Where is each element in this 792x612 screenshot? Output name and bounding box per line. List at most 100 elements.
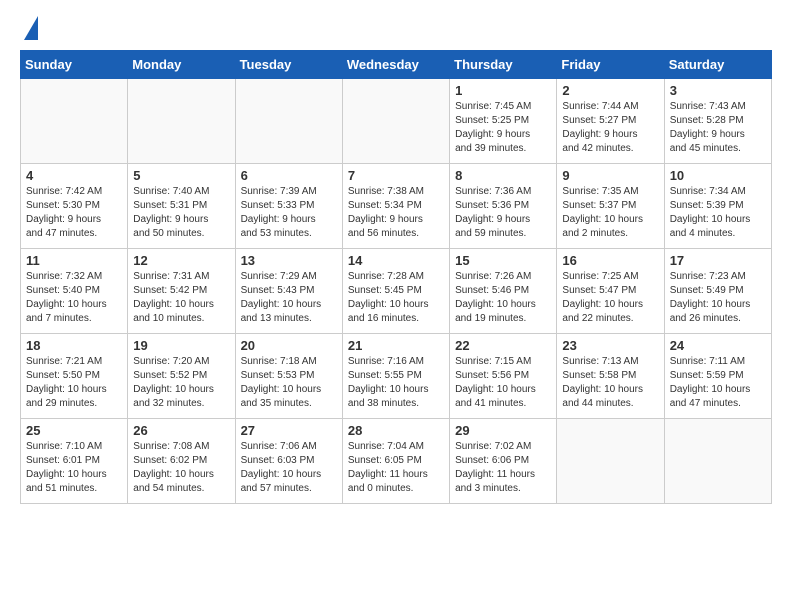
day-number: 8 bbox=[455, 168, 551, 183]
day-number: 20 bbox=[241, 338, 337, 353]
day-info: Sunrise: 7:10 AM Sunset: 6:01 PM Dayligh… bbox=[26, 440, 122, 496]
day-number: 5 bbox=[133, 168, 229, 183]
weekday-header-tuesday: Tuesday bbox=[235, 51, 342, 79]
day-info: Sunrise: 7:08 AM Sunset: 6:02 PM Dayligh… bbox=[133, 440, 229, 496]
day-info: Sunrise: 7:18 AM Sunset: 5:53 PM Dayligh… bbox=[241, 355, 337, 411]
day-info: Sunrise: 7:40 AM Sunset: 5:31 PM Dayligh… bbox=[133, 185, 229, 241]
day-info: Sunrise: 7:45 AM Sunset: 5:25 PM Dayligh… bbox=[455, 100, 551, 156]
day-info: Sunrise: 7:21 AM Sunset: 5:50 PM Dayligh… bbox=[26, 355, 122, 411]
day-number: 26 bbox=[133, 423, 229, 438]
calendar-cell: 2Sunrise: 7:44 AM Sunset: 5:27 PM Daylig… bbox=[557, 79, 664, 164]
calendar-cell: 17 Sunrise: 7:23 AM Sunset: 5:49 PM Dayli… bbox=[664, 249, 771, 334]
day-number: 24 bbox=[670, 338, 766, 353]
calendar-cell: 22 Sunrise: 7:15 AM Sunset: 5:56 PM Dayli… bbox=[450, 334, 557, 419]
day-info: Sunrise: 7:26 AM Sunset: 5:46 PM Dayligh… bbox=[455, 270, 551, 326]
day-number: 18 bbox=[26, 338, 122, 353]
weekday-header-saturday: Saturday bbox=[664, 51, 771, 79]
weekday-header-monday: Monday bbox=[128, 51, 235, 79]
day-info: Sunrise: 7:38 AM Sunset: 5:34 PM Dayligh… bbox=[348, 185, 444, 241]
logo-triangle-icon bbox=[24, 16, 38, 40]
calendar-week-row: 18 Sunrise: 7:21 AM Sunset: 5:50 PM Dayli… bbox=[21, 334, 772, 419]
calendar-cell: 21 Sunrise: 7:16 AM Sunset: 5:55 PM Dayli… bbox=[342, 334, 449, 419]
day-info: Sunrise: 7:43 AM Sunset: 5:28 PM Dayligh… bbox=[670, 100, 766, 156]
weekday-header-wednesday: Wednesday bbox=[342, 51, 449, 79]
day-number: 1 bbox=[455, 83, 551, 98]
day-number: 13 bbox=[241, 253, 337, 268]
calendar-cell: 3 Sunrise: 7:43 AM Sunset: 5:28 PM Daylig… bbox=[664, 79, 771, 164]
calendar-cell: 26 Sunrise: 7:08 AM Sunset: 6:02 PM Dayli… bbox=[128, 419, 235, 504]
day-info: Sunrise: 7:39 AM Sunset: 5:33 PM Dayligh… bbox=[241, 185, 337, 241]
calendar-cell bbox=[664, 419, 771, 504]
calendar-cell: 27 Sunrise: 7:06 AM Sunset: 6:03 PM Dayli… bbox=[235, 419, 342, 504]
calendar-table: SundayMondayTuesdayWednesdayThursdayFrid… bbox=[20, 50, 772, 504]
calendar-week-row: 11 Sunrise: 7:32 AM Sunset: 5:40 PM Dayli… bbox=[21, 249, 772, 334]
day-number: 7 bbox=[348, 168, 444, 183]
day-number: 4 bbox=[26, 168, 122, 183]
day-info: Sunrise: 7:36 AM Sunset: 5:36 PM Dayligh… bbox=[455, 185, 551, 241]
day-number: 29 bbox=[455, 423, 551, 438]
day-number: 28 bbox=[348, 423, 444, 438]
calendar-cell bbox=[342, 79, 449, 164]
calendar-cell: 25 Sunrise: 7:10 AM Sunset: 6:01 PM Dayli… bbox=[21, 419, 128, 504]
calendar-cell: 13 Sunrise: 7:29 AM Sunset: 5:43 PM Dayli… bbox=[235, 249, 342, 334]
day-number: 10 bbox=[670, 168, 766, 183]
calendar-cell: 4 Sunrise: 7:42 AM Sunset: 5:30 PM Daylig… bbox=[21, 164, 128, 249]
calendar-cell: 12 Sunrise: 7:31 AM Sunset: 5:42 PM Dayli… bbox=[128, 249, 235, 334]
day-info: Sunrise: 7:11 AM Sunset: 5:59 PM Dayligh… bbox=[670, 355, 766, 411]
day-info: Sunrise: 7:16 AM Sunset: 5:55 PM Dayligh… bbox=[348, 355, 444, 411]
day-number: 3 bbox=[670, 83, 766, 98]
day-number: 27 bbox=[241, 423, 337, 438]
day-number: 19 bbox=[133, 338, 229, 353]
calendar-cell: 16Sunrise: 7:25 AM Sunset: 5:47 PM Dayli… bbox=[557, 249, 664, 334]
calendar-cell bbox=[21, 79, 128, 164]
day-info: Sunrise: 7:06 AM Sunset: 6:03 PM Dayligh… bbox=[241, 440, 337, 496]
calendar-cell bbox=[557, 419, 664, 504]
day-number: 21 bbox=[348, 338, 444, 353]
calendar-week-row: 4 Sunrise: 7:42 AM Sunset: 5:30 PM Daylig… bbox=[21, 164, 772, 249]
day-info: Sunrise: 7:34 AM Sunset: 5:39 PM Dayligh… bbox=[670, 185, 766, 241]
calendar-cell: 24 Sunrise: 7:11 AM Sunset: 5:59 PM Dayli… bbox=[664, 334, 771, 419]
day-info: Sunrise: 7:32 AM Sunset: 5:40 PM Dayligh… bbox=[26, 270, 122, 326]
calendar-cell: 19 Sunrise: 7:20 AM Sunset: 5:52 PM Dayli… bbox=[128, 334, 235, 419]
day-number: 25 bbox=[26, 423, 122, 438]
day-info: Sunrise: 7:13 AM Sunset: 5:58 PM Dayligh… bbox=[562, 355, 658, 411]
calendar-cell: 8 Sunrise: 7:36 AM Sunset: 5:36 PM Daylig… bbox=[450, 164, 557, 249]
day-info: Sunrise: 7:29 AM Sunset: 5:43 PM Dayligh… bbox=[241, 270, 337, 326]
day-info: Sunrise: 7:44 AM Sunset: 5:27 PM Dayligh… bbox=[562, 100, 658, 156]
calendar-cell bbox=[128, 79, 235, 164]
weekday-header-thursday: Thursday bbox=[450, 51, 557, 79]
calendar-cell: 18 Sunrise: 7:21 AM Sunset: 5:50 PM Dayli… bbox=[21, 334, 128, 419]
calendar-week-row: 25 Sunrise: 7:10 AM Sunset: 6:01 PM Dayli… bbox=[21, 419, 772, 504]
day-info: Sunrise: 7:42 AM Sunset: 5:30 PM Dayligh… bbox=[26, 185, 122, 241]
calendar-header-row: SundayMondayTuesdayWednesdayThursdayFrid… bbox=[21, 51, 772, 79]
day-info: Sunrise: 7:28 AM Sunset: 5:45 PM Dayligh… bbox=[348, 270, 444, 326]
day-info: Sunrise: 7:04 AM Sunset: 6:05 PM Dayligh… bbox=[348, 440, 444, 496]
day-number: 17 bbox=[670, 253, 766, 268]
day-number: 22 bbox=[455, 338, 551, 353]
calendar-cell: 28 Sunrise: 7:04 AM Sunset: 6:05 PM Dayli… bbox=[342, 419, 449, 504]
calendar-cell bbox=[235, 79, 342, 164]
calendar-cell: 7 Sunrise: 7:38 AM Sunset: 5:34 PM Daylig… bbox=[342, 164, 449, 249]
day-info: Sunrise: 7:20 AM Sunset: 5:52 PM Dayligh… bbox=[133, 355, 229, 411]
day-info: Sunrise: 7:35 AM Sunset: 5:37 PM Dayligh… bbox=[562, 185, 658, 241]
day-number: 15 bbox=[455, 253, 551, 268]
logo bbox=[20, 20, 38, 40]
calendar-cell: 5 Sunrise: 7:40 AM Sunset: 5:31 PM Daylig… bbox=[128, 164, 235, 249]
calendar-cell: 10 Sunrise: 7:34 AM Sunset: 5:39 PM Dayli… bbox=[664, 164, 771, 249]
calendar-cell: 23 Sunrise: 7:13 AM Sunset: 5:58 PM Dayli… bbox=[557, 334, 664, 419]
calendar-week-row: 1 Sunrise: 7:45 AM Sunset: 5:25 PM Daylig… bbox=[21, 79, 772, 164]
calendar-cell: 15 Sunrise: 7:26 AM Sunset: 5:46 PM Dayli… bbox=[450, 249, 557, 334]
day-number: 12 bbox=[133, 253, 229, 268]
day-info: Sunrise: 7:15 AM Sunset: 5:56 PM Dayligh… bbox=[455, 355, 551, 411]
weekday-header-sunday: Sunday bbox=[21, 51, 128, 79]
day-number: 11 bbox=[26, 253, 122, 268]
day-info: Sunrise: 7:31 AM Sunset: 5:42 PM Dayligh… bbox=[133, 270, 229, 326]
day-number: 6 bbox=[241, 168, 337, 183]
day-info: Sunrise: 7:02 AM Sunset: 6:06 PM Dayligh… bbox=[455, 440, 551, 496]
page-header bbox=[20, 20, 772, 40]
calendar-cell: 14Sunrise: 7:28 AM Sunset: 5:45 PM Dayli… bbox=[342, 249, 449, 334]
calendar-cell: 6 Sunrise: 7:39 AM Sunset: 5:33 PM Daylig… bbox=[235, 164, 342, 249]
day-info: Sunrise: 7:23 AM Sunset: 5:49 PM Dayligh… bbox=[670, 270, 766, 326]
day-number: 9 bbox=[562, 168, 658, 183]
day-number: 23 bbox=[562, 338, 658, 353]
